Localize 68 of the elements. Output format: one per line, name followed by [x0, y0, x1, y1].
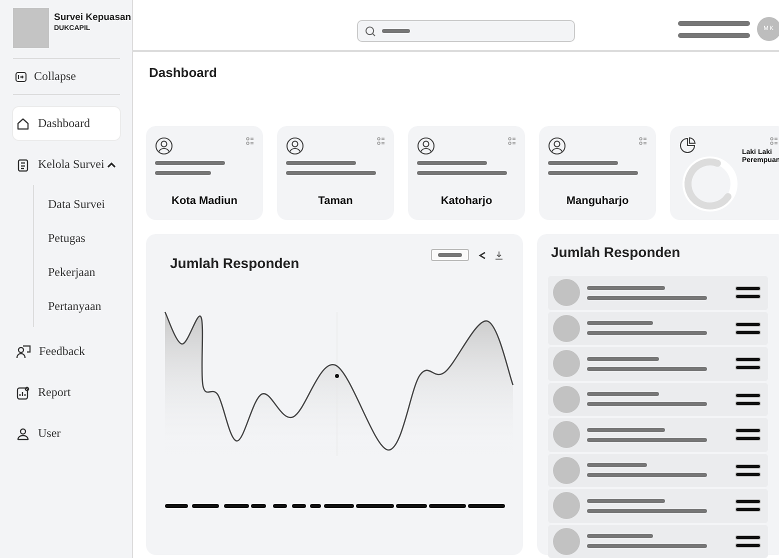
sidebar-item[interactable]: User: [13, 417, 120, 450]
list-row[interactable]: [548, 382, 768, 416]
avatar-placeholder: [553, 528, 580, 555]
menu-icon[interactable]: [736, 322, 760, 334]
menu-icon[interactable]: [736, 394, 760, 405]
caret-icon: [107, 162, 116, 168]
list-row[interactable]: [548, 276, 768, 310]
card-title: Jumlah Responden: [170, 255, 300, 271]
avatar-placeholder: [553, 350, 580, 378]
avatar-placeholder: [553, 279, 580, 306]
avatar-placeholder: [553, 314, 580, 342]
grid-list-icon[interactable]: [639, 137, 647, 145]
menu-icon[interactable]: [736, 500, 760, 512]
grid-list-icon[interactable]: [770, 137, 778, 145]
user-circle-icon: [417, 137, 435, 155]
avatar-placeholder: [553, 421, 580, 448]
menu-icon[interactable]: [736, 429, 760, 440]
avatar-placeholder: [553, 386, 580, 413]
user-icon: [16, 426, 30, 440]
search-field[interactable]: [357, 20, 575, 42]
region-name: Taman: [317, 195, 354, 207]
collapse-button[interactable]: Collapse: [13, 59, 120, 95]
submenu-item[interactable]: Pertanyaan: [48, 289, 120, 323]
list-row[interactable]: [548, 524, 768, 558]
sidebar-item[interactable]: Dashboard: [13, 107, 120, 140]
person-board-icon: [16, 344, 31, 358]
grid-list-icon[interactable]: [377, 137, 385, 145]
page-title: Dashboard: [148, 64, 218, 82]
pie-chart-icon: [679, 137, 696, 154]
list-row[interactable]: [548, 312, 768, 345]
dropdown-field[interactable]: [431, 249, 469, 261]
user-circle-icon: [548, 137, 566, 155]
user-circle-icon: [286, 137, 304, 155]
placeholder-bar: [382, 29, 410, 33]
download-icon[interactable]: [495, 250, 503, 260]
logo-placeholder: [13, 8, 49, 48]
region-name: Kota Madiun: [170, 195, 238, 207]
region-name: Manguharjo: [565, 195, 630, 207]
home-icon: [16, 116, 30, 130]
avatar-placeholder: [553, 492, 580, 520]
donut-chart-drawing: [681, 155, 739, 213]
list-row[interactable]: [548, 347, 768, 380]
menu-icon[interactable]: [736, 287, 760, 298]
user-info-placeholder: [678, 20, 750, 38]
sidebar-item[interactable]: Kelola Survei: [13, 148, 120, 181]
share-icon[interactable]: [478, 250, 486, 260]
app-title: Survei Kepuasan: [54, 12, 132, 23]
menu-icon[interactable]: [736, 464, 760, 476]
menu-icon[interactable]: [736, 536, 760, 547]
list-row[interactable]: [548, 418, 768, 452]
submenu-item[interactable]: Petugas: [48, 221, 120, 255]
avatar-placeholder: [553, 456, 580, 484]
menu-icon[interactable]: [736, 358, 760, 370]
grid-list-icon[interactable]: [508, 137, 516, 145]
sidebar-item[interactable]: Report: [13, 376, 120, 409]
card-title: Jumlah Responden: [551, 244, 682, 260]
search-icon: [365, 26, 376, 36]
clipboard-icon: [16, 158, 30, 172]
submenu-item[interactable]: Data Survei: [48, 187, 120, 221]
list-row[interactable]: [548, 454, 768, 487]
chart-document-icon: [16, 386, 30, 400]
submenu-item[interactable]: Pekerjaan: [48, 255, 120, 289]
list-row[interactable]: [548, 489, 768, 522]
collapse-icon: [15, 70, 27, 82]
sidebar-item[interactable]: Feedback: [13, 335, 120, 368]
user-circle-icon: [155, 137, 173, 155]
region-name: Katoharjo: [440, 195, 494, 207]
grid-list-icon[interactable]: [246, 137, 254, 145]
